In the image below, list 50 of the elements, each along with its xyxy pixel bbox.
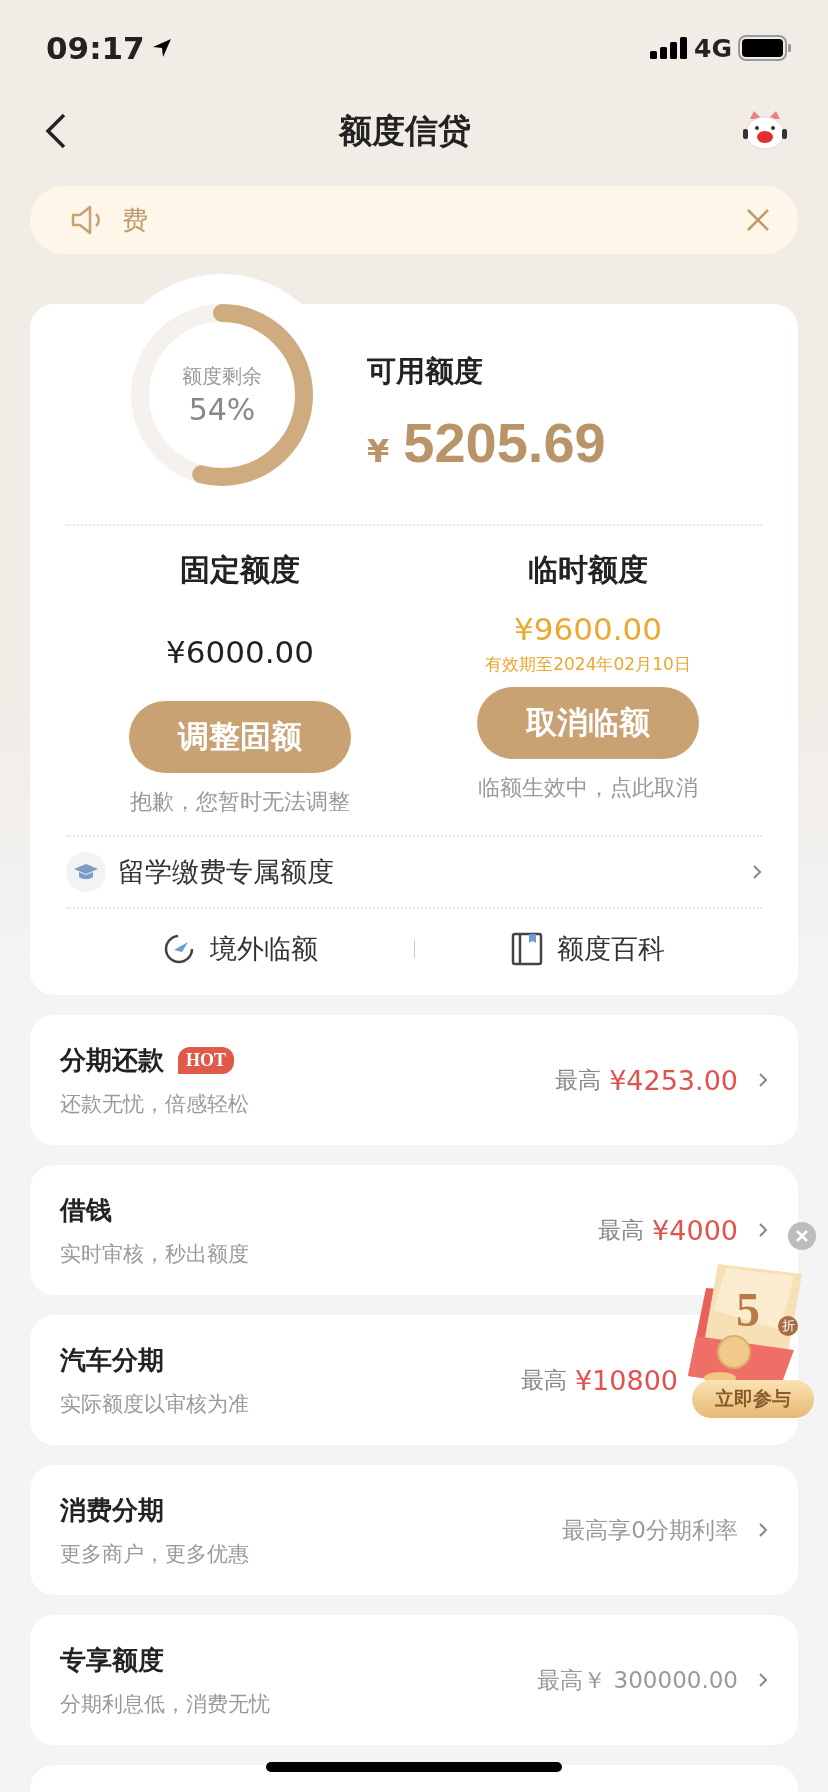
- page-title: 额度信贷: [339, 109, 471, 152]
- product-subtitle: 更多商户，更多优惠: [60, 1540, 250, 1568]
- limit-title: 固定额度: [180, 551, 300, 589]
- back-icon[interactable]: [44, 112, 68, 150]
- cat-mascot-icon[interactable]: [742, 111, 788, 151]
- ring-percent: 54%: [188, 392, 256, 427]
- product-subtitle: 实际额度以审核为准: [60, 1390, 250, 1418]
- offer-text: 最高￥ 300000.00: [537, 1665, 738, 1695]
- graduation-cap-icon: [66, 852, 106, 892]
- currency-sign: ¥: [367, 432, 390, 470]
- shortcut-label[interactable]: 额度百科: [557, 931, 666, 967]
- limit-amount: ¥9600.00: [514, 611, 662, 647]
- product-card[interactable]: 借钱 实时审核，秒出额度 最高 ¥4000: [30, 1165, 798, 1295]
- available-amount: 5205.69: [403, 410, 606, 475]
- max-amount: ¥4253.00: [609, 1064, 738, 1096]
- limit-amount: ¥6000.00: [166, 633, 314, 672]
- product-card[interactable]: 分期还款 HOT 还款无忧，倍感轻松 最高 ¥4253.00: [30, 1015, 798, 1145]
- shortcut-label[interactable]: 境外临额: [209, 931, 318, 967]
- max-amount: ¥10800: [574, 1364, 678, 1396]
- join-button[interactable]: 立即参与: [692, 1380, 814, 1418]
- product-card[interactable]: 消费分期 更多商户，更多优惠 最高享0分期利率: [30, 1465, 798, 1595]
- offer-text: 最高享0分期利率: [562, 1515, 738, 1545]
- signal-icon: [650, 37, 689, 59]
- book-icon: [511, 932, 544, 966]
- expiry-text: 有效期至2024年02月10日: [485, 653, 691, 676]
- max-amount: ¥4000: [652, 1214, 738, 1246]
- max-label: 最高: [520, 1365, 567, 1395]
- hint-text: 抱歉，您暂时无法调整: [130, 788, 350, 816]
- product-subtitle: 分期利息低，消费无忧: [60, 1690, 271, 1718]
- max-label: 最高: [555, 1065, 602, 1095]
- product-title: 分期还款: [60, 1043, 164, 1077]
- status-time: 09:17: [46, 30, 145, 66]
- limit-title: 临时额度: [528, 551, 648, 589]
- product-title: 专享额度: [60, 1643, 164, 1677]
- product-title: 消费分期: [60, 1493, 164, 1527]
- hint-text: 临额生效中，点此取消: [478, 774, 698, 802]
- notice-text: 费: [122, 203, 149, 237]
- product-card[interactable]: 专享额度 分期利息低，消费无忧 最高￥ 300000.00: [30, 1615, 798, 1745]
- chevron-icon: [752, 864, 762, 880]
- product-subtitle: 实时审核，秒出额度: [60, 1240, 250, 1268]
- hot-badge: HOT: [178, 1046, 234, 1074]
- product-subtitle: 还款无忧，倍感轻松: [60, 1090, 250, 1118]
- battery-icon: [738, 35, 792, 61]
- available-label: 可用额度: [367, 353, 484, 390]
- max-label: 最高: [598, 1215, 645, 1245]
- product-title: 汽车分期: [60, 1343, 164, 1377]
- study-abroad-link[interactable]: 留学缴费专属额度: [118, 854, 752, 890]
- network-label: 4G: [694, 33, 732, 63]
- product-title: 借钱: [60, 1193, 112, 1227]
- ring-label: 额度剩余: [182, 363, 262, 390]
